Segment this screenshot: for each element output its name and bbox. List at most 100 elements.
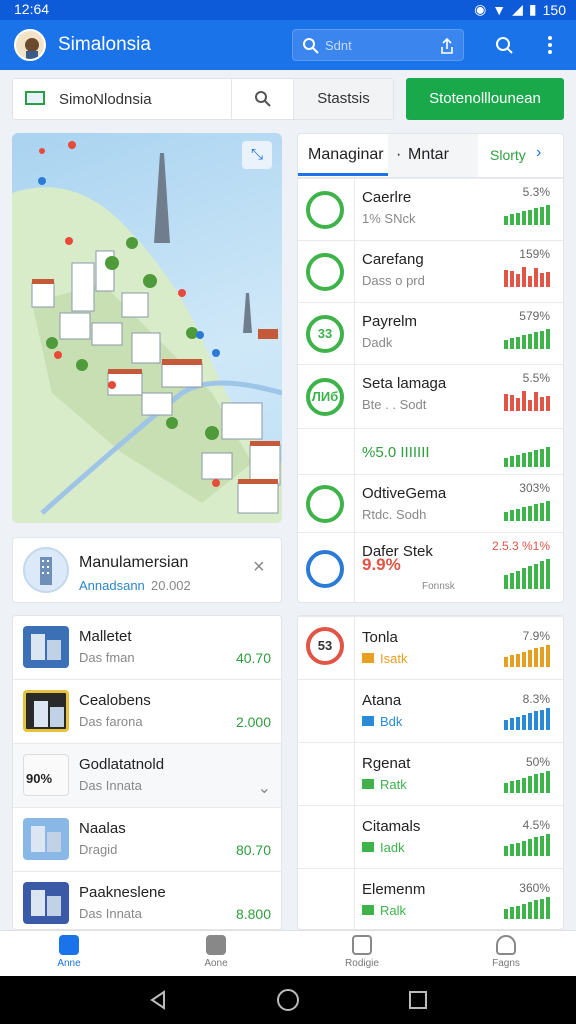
list-item[interactable]: Naalas Dragid 80.70 [13, 807, 281, 871]
appbar-search[interactable]: Sdnt [292, 29, 464, 61]
sort-link[interactable]: Slorty [490, 147, 526, 163]
place-list: Malletet Das fman 40.70 Cealobens Das farona… [12, 615, 282, 930]
row-percent: 159% [519, 247, 550, 261]
stats-row[interactable]: Dafer Stek 9.9% Fonnsk 2.5.3 %1% [298, 532, 563, 602]
nav-two[interactable]: Aone [176, 935, 256, 969]
status-ring-icon: ЛИб [306, 378, 344, 416]
row-title: Carefang [362, 251, 424, 268]
stats-row[interactable]: OdtiveGema Rtdc. Sodh 303% [298, 474, 563, 533]
status-bar: 12:64 ◉ ▼ ◢ ▮ 150 [0, 0, 576, 20]
more-vert-icon[interactable] [546, 35, 554, 55]
row-title: Rgenat [362, 755, 411, 772]
tag-icon [362, 842, 374, 852]
status-ring-icon [306, 550, 344, 588]
document-icon [352, 935, 372, 955]
item-value: 2.000 [235, 714, 271, 730]
tag-icon [362, 716, 374, 726]
nav-label: Rodigie [345, 958, 379, 969]
item-subtitle: Dragid [79, 842, 118, 857]
tag-icon [362, 905, 374, 915]
row-subtitle-2: Fonnsk [422, 581, 455, 592]
home-button-icon[interactable] [276, 988, 300, 1012]
promo-card[interactable]: Manulamersian Annadsann 20.002 × [12, 537, 282, 603]
app-bar: Simalonsia Sdnt [0, 20, 576, 70]
place-thumbnail [23, 882, 69, 924]
status-ring-icon [306, 253, 344, 291]
item-subtitle: Das fman [79, 650, 135, 665]
promo-subtitle: Annadsann [79, 578, 145, 593]
stats-row[interactable]: ЛИб Seta lamaga Bte . . Sodt 5.5% [298, 364, 563, 429]
chevron-down-icon[interactable]: ⌄ [258, 778, 271, 798]
user-icon [496, 935, 516, 955]
nav-three[interactable]: Rodigie [322, 935, 402, 969]
recents-icon[interactable] [408, 990, 428, 1010]
home-icon [59, 935, 79, 955]
expand-map-icon[interactable]: ⤡ [242, 141, 272, 169]
stats-row[interactable]: 53 Tonla Isatk 7.9% [298, 616, 563, 680]
item-value: 80.70 [235, 842, 271, 858]
row-percent: 5.5% [522, 371, 550, 385]
share-icon[interactable] [439, 37, 455, 55]
stats-row[interactable]: Caerlre 1% SNck 5.3% [298, 178, 563, 241]
stats-row[interactable]: Citamals Iadk 4.5% [298, 805, 563, 869]
row-percent: 5.3% [522, 185, 550, 199]
promo-title: Manulamersian [79, 554, 189, 571]
list-item[interactable]: Cealobens Das farona 2.000 [13, 679, 281, 743]
chevron-right-icon[interactable]: › [536, 144, 541, 162]
tab-managinar[interactable]: Managinar [298, 134, 388, 176]
panel-header: Managinar · Mntar Slorty › [298, 134, 563, 178]
row-percent: 4.5% [522, 818, 550, 832]
mini-bar-chart [504, 391, 550, 411]
stats-row[interactable]: %5.0 IIIIIII [298, 428, 563, 475]
place-thumbnail: 90% [23, 754, 69, 796]
item-value: 8.800 [235, 906, 271, 922]
stats-row[interactable]: Atana Bdk 8.3% [298, 679, 563, 743]
row-percent: 7.9% [522, 629, 550, 643]
nav-label: Anne [57, 958, 81, 969]
building-icon [23, 547, 69, 593]
row-title: Seta lamaga [362, 375, 447, 392]
row-title: Payrelm [362, 313, 418, 330]
stats-row[interactable]: 33 Payrelm Dadk 579% [298, 302, 563, 365]
place-thumbnail [23, 626, 69, 668]
row-subtitle: Dadk [362, 335, 393, 350]
status-time: 12:64 [14, 1, 50, 17]
list-item[interactable]: Paakneslene Das Innata 8.800 [13, 871, 281, 929]
mini-bar-chart [504, 708, 550, 730]
stats-row[interactable]: Elemenm Ralk 360% [298, 868, 563, 929]
row-title: Atana [362, 692, 402, 709]
row-subtitle: Dass o prd [362, 273, 425, 288]
location-search[interactable]: SimoNlodnsia Stastsis [12, 78, 394, 120]
nav-label: Aone [204, 958, 228, 969]
close-icon[interactable]: × [253, 556, 265, 579]
primary-action-button[interactable]: Stotenolllounean [406, 78, 564, 120]
nav-home[interactable]: Anne [29, 935, 109, 969]
search-value: SimoNlodnsia [59, 91, 152, 108]
tab-mntar[interactable]: · Mntar [388, 134, 478, 177]
wifi-icon: ▼ [492, 1, 507, 18]
row-percent: 2.5.3 %1% [491, 539, 550, 553]
stats-button[interactable]: Stastsis [293, 79, 393, 119]
search-button[interactable] [231, 79, 293, 119]
stats-row[interactable]: Carefang Dass o prd 159% [298, 240, 563, 303]
status-ring-icon: 53 [306, 627, 344, 665]
list-item[interactable]: 90% Godlatatnold Das Innata ⌄ [13, 743, 281, 807]
list-item[interactable]: Malletet Das fman 40.70 [13, 616, 281, 679]
status-icons: ◉ ▼ ◢ ▮ 150 [474, 1, 566, 18]
stats-row[interactable]: Rgenat Ratk 50% [298, 742, 563, 806]
back-icon[interactable] [148, 990, 168, 1010]
mini-bar-chart [504, 501, 550, 521]
row-title: %5.0 IIIIIII [362, 444, 430, 461]
location-icon: ◉ [474, 1, 487, 17]
stats-panel-secondary: 53 Tonla Isatk 7.9% Atana Bdk 8.3% Rgenat Ratk 50… [297, 615, 564, 930]
promo-value: 20.002 [151, 578, 191, 593]
stats-panel: Managinar · Mntar Slorty › Caerlre 1% SNc… [297, 133, 564, 603]
map-view[interactable]: ⤡ [12, 133, 282, 523]
nav-four[interactable]: Fagns [466, 935, 546, 969]
chat-icon [206, 935, 226, 955]
item-title: Cealobens [79, 692, 151, 709]
thumbnail-badge: 90% [26, 771, 53, 786]
tab-label: Mntar [408, 146, 449, 163]
row-subtitle: Rtdc. Sodh [362, 507, 427, 522]
search-icon[interactable] [494, 35, 514, 55]
